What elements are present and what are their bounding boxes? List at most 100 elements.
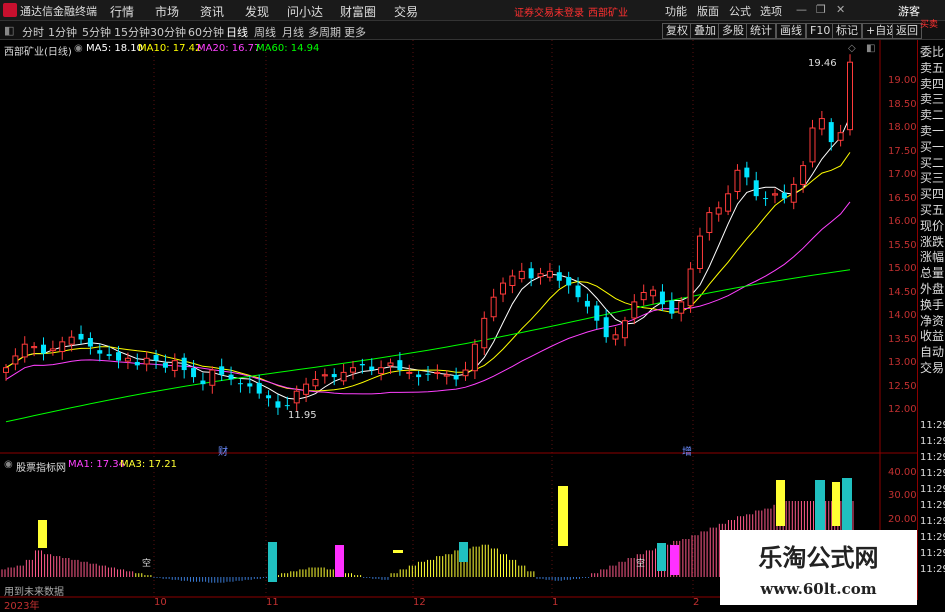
period-5min[interactable]: 5分钟 — [82, 24, 111, 40]
menu-gongshi[interactable]: 公式 — [729, 3, 751, 19]
huaxian-button[interactable]: 画线 — [776, 23, 806, 39]
menu-banmian[interactable]: 版面 — [697, 3, 719, 19]
period-daily[interactable]: 日线 — [226, 24, 248, 40]
candle-body — [443, 374, 450, 377]
back-button[interactable]: 返回 — [892, 23, 922, 39]
price-axis-tick: 16.50 — [888, 192, 917, 204]
ma1-value: MA1: 17.34 — [68, 459, 126, 470]
candlesticks — [3, 54, 853, 415]
period-more[interactable]: 更多 — [344, 24, 366, 40]
quote-label[interactable]: 收益 — [920, 328, 944, 344]
quote-label[interactable]: 卖二 — [920, 107, 944, 123]
period-multi[interactable]: 多周期 — [308, 24, 341, 40]
x-label-2: 2 — [693, 597, 700, 608]
quote-label[interactable]: 卖一 — [920, 123, 944, 139]
quote-label[interactable]: 现价 — [920, 218, 944, 234]
kline-chart[interactable] — [0, 40, 917, 600]
candle-body — [153, 354, 159, 361]
candle-body — [696, 235, 703, 269]
candle-body — [41, 344, 47, 354]
candle-body — [500, 282, 507, 295]
quote-label[interactable]: 自动 — [920, 344, 944, 360]
candle-body — [837, 132, 844, 141]
tongji-button[interactable]: 统计 — [746, 23, 776, 39]
trade-time: 11:29 — [920, 548, 945, 559]
candle-body — [116, 352, 122, 361]
candle-body — [715, 207, 722, 215]
quote-label[interactable]: 卖三 — [920, 91, 944, 107]
menu-shichang[interactable]: 市场 — [155, 3, 179, 20]
candle-body — [650, 289, 657, 297]
signal-block — [335, 545, 344, 577]
candle-body — [790, 183, 797, 203]
period-30min[interactable]: 30分钟 — [150, 24, 186, 40]
ma10-line — [5, 152, 851, 392]
quote-label[interactable]: 买五 — [920, 202, 944, 218]
candle-body — [481, 317, 488, 349]
quote-label[interactable]: 涨跌 — [920, 234, 944, 250]
quote-label[interactable]: 委比 — [920, 44, 944, 60]
sub-axis-20: 20.00 — [888, 514, 917, 525]
candle-body — [68, 336, 75, 345]
quote-label[interactable]: 卖四 — [920, 76, 944, 92]
candle-body — [669, 300, 675, 314]
menu-faxian[interactable]: 发现 — [245, 3, 269, 20]
sub-axis-30: 30.00 — [888, 490, 917, 501]
menu-wenxiaoda[interactable]: 问小达 — [287, 3, 323, 20]
collapse-icon[interactable]: ◧ — [4, 24, 14, 37]
candle-body — [434, 371, 441, 374]
quote-label[interactable]: 买三 — [920, 170, 944, 186]
quote-label[interactable]: 买一 — [920, 139, 944, 155]
guest-label[interactable]: 游客 — [898, 3, 920, 19]
menu-hangqing[interactable]: 行情 — [110, 3, 134, 20]
signal-block — [842, 478, 852, 530]
quote-label[interactable]: 换手 — [920, 297, 944, 313]
restore-icon[interactable]: ❐ — [816, 3, 826, 16]
diejia-button[interactable]: 叠加 — [690, 23, 720, 39]
candle-body — [209, 369, 216, 386]
quote-label[interactable]: 买二 — [920, 155, 944, 171]
menu-xuanxiang[interactable]: 选项 — [760, 3, 782, 19]
quote-label[interactable]: 外盘 — [920, 281, 944, 297]
price-axis-tick: 16.00 — [888, 216, 917, 227]
candle-body — [143, 357, 150, 365]
candle-body — [124, 357, 131, 362]
menu-zixun[interactable]: 资讯 — [200, 3, 224, 20]
login-notice[interactable]: 证券交易未登录 — [514, 4, 584, 19]
indicator-name[interactable]: 股票指标网 — [16, 459, 66, 474]
quote-label[interactable]: 交易 — [920, 360, 944, 376]
quote-label[interactable]: 净资 — [920, 313, 944, 329]
candle-body — [31, 346, 38, 349]
period-fenshi[interactable]: 分时 — [22, 24, 44, 40]
menu-jiaoyi[interactable]: 交易 — [394, 3, 418, 20]
gear-icon[interactable]: ◉ — [4, 459, 13, 470]
f10-button[interactable]: F10 — [806, 23, 835, 39]
candle-body — [575, 285, 581, 298]
ma5-line — [5, 116, 851, 400]
period-monthly[interactable]: 月线 — [282, 24, 304, 40]
menu-gongneng[interactable]: 功能 — [665, 3, 687, 19]
biaoji-button[interactable]: 标记 — [832, 23, 862, 39]
quote-label[interactable]: 买四 — [920, 186, 944, 202]
quote-label[interactable]: 卖五 — [920, 60, 944, 76]
price-axis-tick: 14.50 — [888, 286, 917, 298]
period-weekly[interactable]: 周线 — [254, 24, 276, 40]
duogu-button[interactable]: 多股 — [718, 23, 748, 39]
signal-block — [832, 482, 840, 526]
candle-body — [603, 317, 609, 338]
minimize-icon[interactable]: — — [796, 3, 807, 16]
x-label-10: 10 — [154, 597, 167, 608]
candle-body — [781, 192, 787, 199]
fuquan-button[interactable]: 复权 — [662, 23, 692, 39]
period-60min[interactable]: 60分钟 — [188, 24, 224, 40]
close-icon[interactable]: ✕ — [836, 3, 845, 16]
menu-caifuquan[interactable]: 财富圈 — [340, 3, 376, 20]
buy-sell-tab[interactable]: 买卖 — [920, 21, 944, 30]
candle-body — [725, 193, 732, 212]
candle-body — [87, 338, 93, 347]
quote-label[interactable]: 总量 — [920, 265, 944, 281]
period-1min[interactable]: 1分钟 — [48, 24, 77, 40]
price-axis-tick: 18.50 — [888, 98, 917, 110]
quote-label[interactable]: 涨幅 — [920, 249, 944, 265]
period-15min[interactable]: 15分钟 — [114, 24, 150, 40]
